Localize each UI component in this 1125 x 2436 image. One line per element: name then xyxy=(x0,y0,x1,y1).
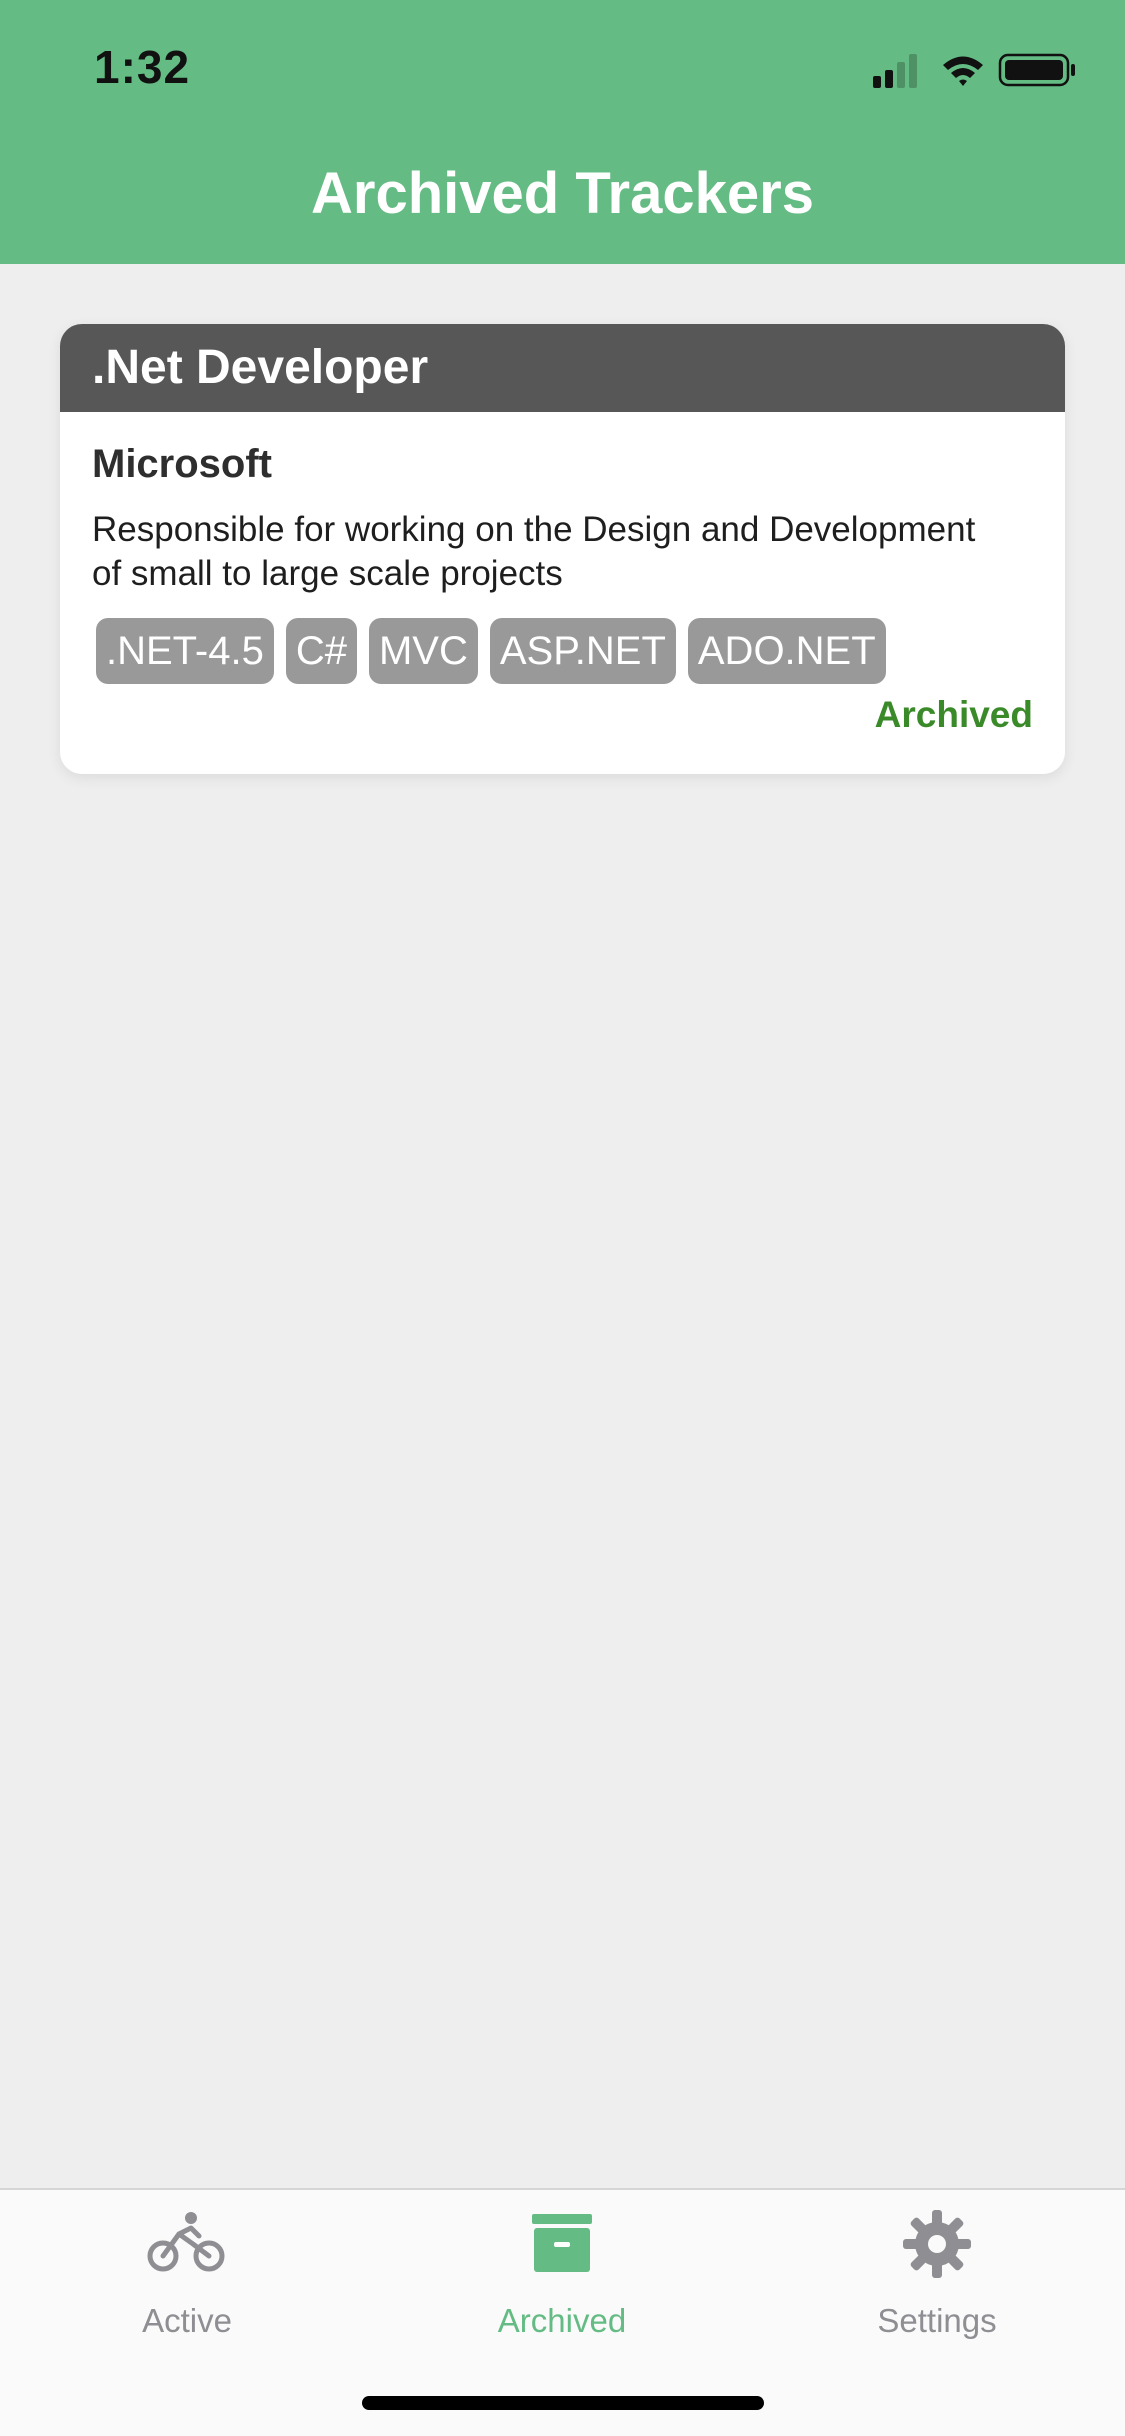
battery-icon xyxy=(998,53,1075,87)
tab-archived-label: Archived xyxy=(497,2302,627,2339)
screen: 1:32 Archived Trackers .Net Developer Mi… xyxy=(0,0,1125,2436)
tracker-company: Microsoft xyxy=(92,442,272,486)
status-time: 1:32 xyxy=(94,41,191,93)
status-icons xyxy=(873,53,1075,88)
home-indicator[interactable] xyxy=(362,2396,764,2410)
wifi-icon xyxy=(943,56,983,86)
tag-chip: .NET-4.5 xyxy=(96,618,274,684)
tab-active-label: Active xyxy=(142,2302,232,2339)
tag-chip: C# xyxy=(285,618,357,684)
tab-active[interactable]: Active xyxy=(57,2204,317,2354)
archive-icon xyxy=(532,2214,592,2272)
page-title: Archived Trackers xyxy=(311,161,814,226)
tab-archived[interactable]: Archived xyxy=(432,2204,692,2354)
signal-icon xyxy=(873,54,917,88)
status-label: Archived xyxy=(874,694,1033,735)
bicycle-icon xyxy=(147,2212,225,2272)
gear-icon xyxy=(903,2210,971,2278)
tracker-card[interactable]: .Net Developer Microsoft Responsible for… xyxy=(60,324,1065,774)
tab-settings[interactable]: Settings xyxy=(807,2204,1067,2354)
tracker-title: .Net Developer xyxy=(60,324,1065,412)
navigation-header: 1:32 Archived Trackers xyxy=(0,0,1125,264)
tag-list: .NET-4.5 C# MVC ASP.NET ADO.NET xyxy=(96,618,886,684)
tab-settings-label: Settings xyxy=(877,2302,997,2339)
tag-chip: MVC xyxy=(368,618,478,684)
tag-chip: ASP.NET xyxy=(489,618,676,684)
tracker-description: Responsible for working on the Design an… xyxy=(92,510,976,593)
tag-chip: ADO.NET xyxy=(687,618,886,684)
